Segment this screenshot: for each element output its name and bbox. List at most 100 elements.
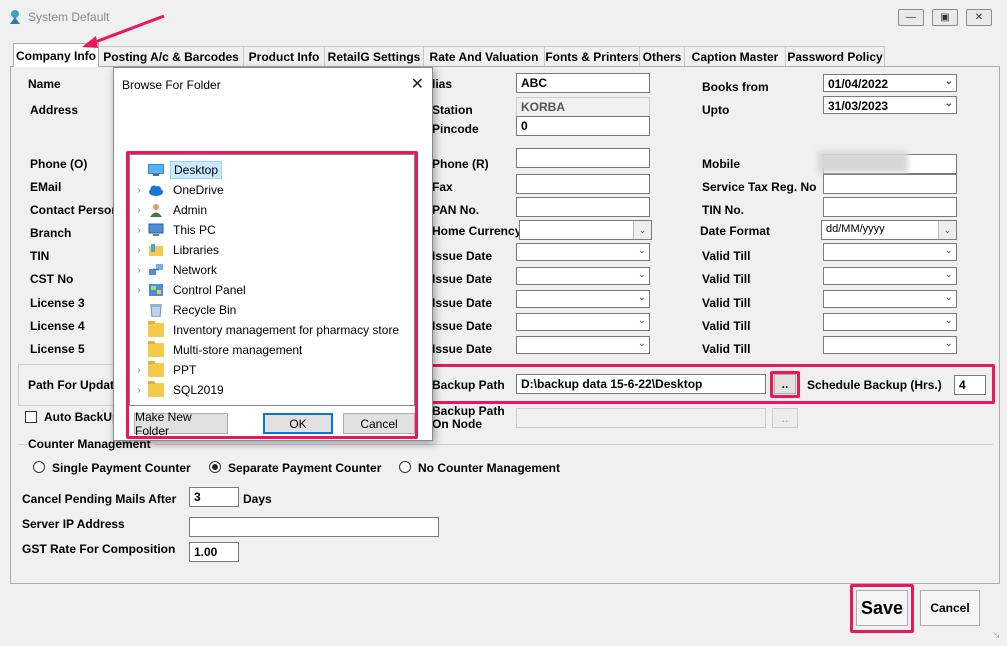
auto-backup-checkbox[interactable] <box>25 411 37 423</box>
tree-item-label: Desktop <box>170 161 223 179</box>
ok-button[interactable]: OK <box>263 413 333 434</box>
cloud-icon <box>148 183 164 197</box>
valid-till-picker-3[interactable]: ⌄ <box>823 290 957 308</box>
tab-caption-master[interactable]: Caption Master <box>684 46 786 66</box>
tin-no-label: TIN No. <box>702 203 744 217</box>
tab-product-info[interactable]: Product Info <box>243 46 325 66</box>
folder-tree[interactable]: Desktop › OneDrive › Admin › This PC › Libraries… <box>129 154 415 406</box>
tree-item-network[interactable]: › Network <box>130 260 410 280</box>
mobile-label: Mobile <box>702 157 740 171</box>
save-button[interactable]: Save <box>856 590 908 626</box>
tab-retailg-settings[interactable]: RetailG Settings <box>324 46 424 66</box>
tree-item-label: Control Panel <box>173 283 246 297</box>
tab-fonts-printers[interactable]: Fonts & Printers <box>544 46 640 66</box>
tree-item-libraries[interactable]: › Libraries <box>130 240 410 260</box>
no-counter-radio[interactable] <box>399 461 411 473</box>
close-icon[interactable]: ✕ <box>966 9 992 26</box>
node-browse-button: .. <box>772 408 798 428</box>
issue-date-picker-3[interactable]: ⌄ <box>516 290 650 308</box>
tab-rate-and-valuation[interactable]: Rate And Valuation <box>423 46 545 66</box>
tree-item-label: Libraries <box>173 243 220 257</box>
valid-till-picker-5[interactable]: ⌄ <box>823 336 957 354</box>
single-payment-radio[interactable] <box>33 461 45 473</box>
tree-item-recycle-bin[interactable]: Recycle Bin <box>130 300 410 320</box>
tab-others[interactable]: Others <box>639 46 685 66</box>
expand-chevron-icon[interactable]: › <box>132 285 146 296</box>
dialog-close-icon[interactable]: ✕ <box>411 74 424 94</box>
tree-item-inventory-management-for-pharmacy-store[interactable]: Inventory management for pharmacy store <box>130 320 410 340</box>
separate-payment-radio[interactable] <box>209 461 221 473</box>
tree-item-onedrive[interactable]: › OneDrive <box>130 180 410 200</box>
valid-till-label-2: Valid Till <box>702 272 751 286</box>
valid-till-label-5: Valid Till <box>702 342 751 356</box>
network-icon <box>148 263 164 277</box>
gst-rate-field[interactable]: 1.00 <box>189 542 239 562</box>
tree-item-label: Network <box>173 263 218 277</box>
home-currency-label: Home Currency <box>432 224 522 238</box>
tree-item-admin[interactable]: › Admin <box>130 200 410 220</box>
valid-till-picker-4[interactable]: ⌄ <box>823 313 957 331</box>
server-ip-field[interactable] <box>189 517 439 537</box>
dialog-cancel-button[interactable]: Cancel <box>343 413 415 434</box>
schedule-backup-field[interactable]: 4 <box>954 375 986 395</box>
service-tax-field[interactable] <box>823 174 957 194</box>
email-label: EMail <box>30 180 62 194</box>
tin-label: TIN <box>30 249 50 263</box>
pan-field[interactable] <box>516 197 650 217</box>
pincode-field[interactable]: 0 <box>516 116 650 136</box>
expand-chevron-icon[interactable]: › <box>132 365 146 376</box>
tree-item-sql2019[interactable]: › SQL2019 <box>130 380 410 400</box>
folder-icon <box>148 381 164 397</box>
expand-chevron-icon[interactable]: › <box>132 185 146 196</box>
path-for-update-label: Path For Updat <box>28 378 114 392</box>
fax-field[interactable] <box>516 174 650 194</box>
service-tax-label: Service Tax Reg. No <box>702 180 817 194</box>
tree-item-this-pc[interactable]: › This PC <box>130 220 410 240</box>
home-currency-dropdown[interactable]: ⌄ <box>519 220 652 240</box>
pincode-label: Pincode <box>432 122 479 136</box>
valid-till-picker-2[interactable]: ⌄ <box>823 267 957 285</box>
folder-icon <box>148 321 164 337</box>
expand-chevron-icon[interactable]: › <box>132 385 146 396</box>
alias-field[interactable]: ABC <box>516 73 650 93</box>
issue-date-picker-4[interactable]: ⌄ <box>516 313 650 331</box>
schedule-backup-label: Schedule Backup (Hrs.) <box>807 378 942 392</box>
tree-item-multi-store-management[interactable]: Multi-store management <box>130 340 410 360</box>
issue-date-picker-5[interactable]: ⌄ <box>516 336 650 354</box>
upto-picker[interactable]: 31/03/2023 ⌄ <box>823 96 957 114</box>
browse-button[interactable]: .. <box>774 374 796 394</box>
tin-no-field[interactable] <box>823 197 957 217</box>
cancel-pending-field[interactable]: 3 <box>189 487 239 507</box>
expand-chevron-icon[interactable]: › <box>132 225 146 236</box>
issue-date-label-4: Issue Date <box>432 319 493 333</box>
tree-item-label: PPT <box>173 363 197 377</box>
expand-chevron-icon[interactable]: › <box>132 245 146 256</box>
tree-item-control-panel[interactable]: › Control Panel <box>130 280 410 300</box>
books-from-picker[interactable]: 01/04/2022 ⌄ <box>823 74 957 92</box>
tree-item-label: OneDrive <box>173 183 224 197</box>
cancel-button[interactable]: Cancel <box>920 590 980 626</box>
backup-path-field[interactable]: D:\backup data 15-6-22\Desktop <box>516 374 766 394</box>
license3-label: License 3 <box>30 296 85 310</box>
expand-chevron-icon[interactable]: › <box>132 205 146 216</box>
phone-r-field[interactable] <box>516 148 650 168</box>
maximize-icon[interactable]: ▣ <box>932 9 958 26</box>
tree-item-label: This PC <box>173 223 216 237</box>
tree-item-ppt[interactable]: › PPT <box>130 360 410 380</box>
date-format-label: Date Format <box>700 224 771 238</box>
station-field: KORBA <box>516 97 650 117</box>
issue-date-picker-1[interactable]: ⌄ <box>516 243 650 261</box>
tree-item-desktop[interactable]: Desktop <box>130 160 410 180</box>
date-format-dropdown[interactable]: dd/MM/yyyy ⌄ <box>821 220 957 240</box>
make-new-folder-button[interactable]: Make New Folder <box>134 410 228 438</box>
resize-grip-icon[interactable]: ↘ <box>992 630 1004 642</box>
issue-date-picker-2[interactable]: ⌄ <box>516 267 650 285</box>
auto-backup-label: Auto BackUp <box>44 410 120 424</box>
minimize-icon[interactable]: — <box>898 9 924 26</box>
issue-date-label-3: Issue Date <box>432 296 493 310</box>
valid-till-picker-1[interactable]: ⌄ <box>823 243 957 261</box>
tab-password-policy[interactable]: Password Policy <box>785 46 885 66</box>
expand-chevron-icon[interactable]: › <box>132 265 146 276</box>
issue-date-label-2: Issue Date <box>432 272 493 286</box>
redacted-mobile <box>818 151 908 173</box>
